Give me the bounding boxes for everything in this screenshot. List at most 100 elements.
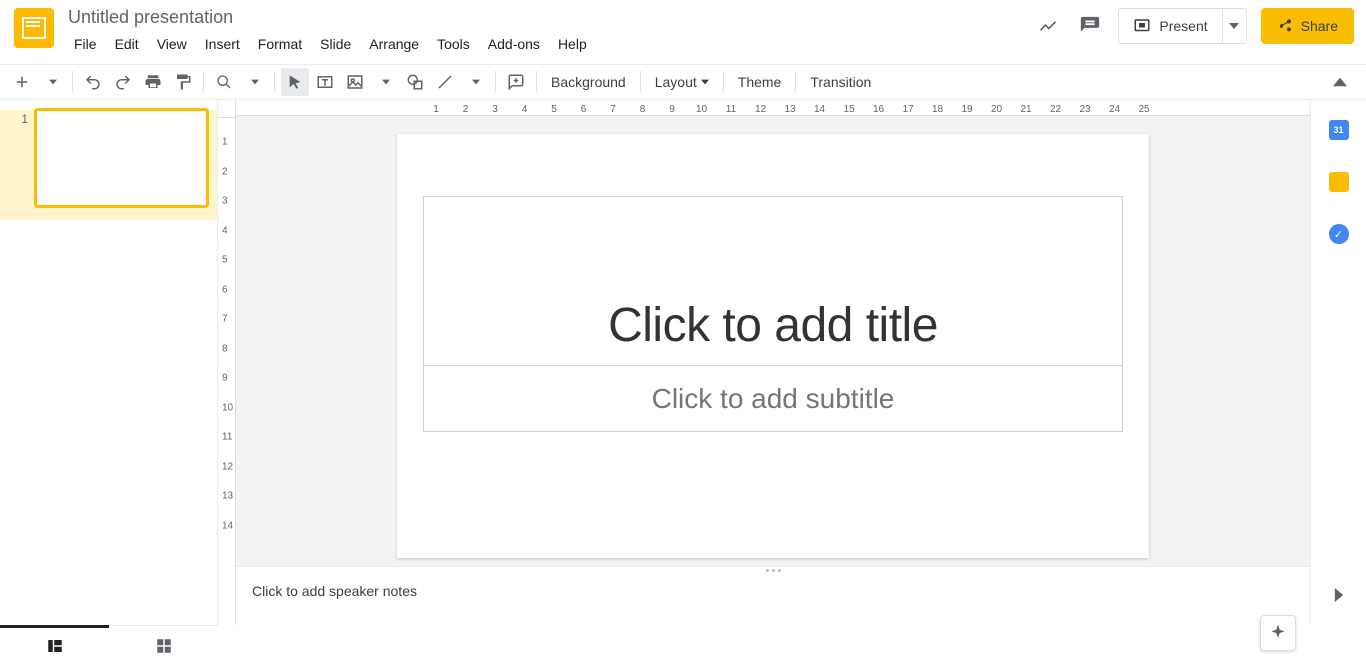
side-panel-toggle[interactable] [1334, 583, 1344, 607]
subtitle-placeholder-box[interactable]: Click to add subtitle [423, 366, 1123, 432]
ruler-tick: 18 [932, 104, 943, 115]
ruler-tick: 6 [222, 284, 228, 295]
present-label: Present [1159, 18, 1207, 34]
layout-label: Layout [655, 74, 697, 90]
filmstrip-view-button[interactable] [0, 625, 109, 664]
grid-view-button[interactable] [109, 626, 218, 665]
subtitle-placeholder-text: Click to add subtitle [424, 366, 1122, 431]
ruler-tick: 6 [581, 104, 587, 115]
menu-edit[interactable]: Edit [107, 32, 147, 56]
present-button[interactable]: Present [1118, 8, 1222, 44]
document-title[interactable]: Untitled presentation [66, 6, 1034, 28]
new-slide-button[interactable] [8, 68, 36, 96]
new-slide-caret[interactable] [38, 68, 66, 96]
app-header: Untitled presentation FileEditViewInsert… [0, 0, 1366, 64]
ruler-tick: 12 [222, 461, 233, 472]
ruler-tick: 11 [726, 104, 736, 115]
transition-button[interactable]: Transition [802, 68, 879, 96]
ruler-tick: 14 [222, 520, 233, 531]
view-switcher [0, 625, 218, 665]
slide-number: 1 [18, 110, 28, 206]
share-button[interactable]: Share [1261, 8, 1354, 44]
speaker-notes-placeholder: Click to add speaker notes [252, 583, 1294, 599]
menu-view[interactable]: View [149, 32, 195, 56]
shape-tool[interactable] [401, 68, 429, 96]
activity-icon[interactable] [1034, 12, 1062, 40]
separator [72, 71, 73, 93]
tasks-icon[interactable] [1329, 224, 1349, 244]
ruler-tick: 8 [222, 343, 228, 354]
zoom-button[interactable] [210, 68, 238, 96]
menu-tools[interactable]: Tools [429, 32, 478, 56]
calendar-icon[interactable] [1329, 120, 1349, 140]
separator [795, 71, 796, 93]
title-placeholder-text: Click to add title [424, 197, 1122, 365]
menu-format[interactable]: Format [250, 32, 310, 56]
speaker-notes[interactable]: Click to add speaker notes [236, 573, 1310, 625]
layout-button[interactable]: Layout [647, 68, 717, 96]
add-comment-button[interactable] [502, 68, 530, 96]
ruler-tick: 4 [522, 104, 528, 115]
comments-icon[interactable] [1076, 12, 1104, 40]
menubar: FileEditViewInsertFormatSlideArrangeTool… [66, 32, 1034, 56]
slides-app-icon[interactable] [14, 8, 54, 48]
menu-addons[interactable]: Add-ons [480, 32, 548, 56]
line-tool[interactable] [431, 68, 459, 96]
ruler-tick: 8 [640, 104, 646, 115]
menu-file[interactable]: File [66, 32, 105, 56]
notes-splitter[interactable] [236, 566, 1310, 573]
title-placeholder-box[interactable]: Click to add title [423, 196, 1123, 366]
ruler-tick: 13 [222, 491, 233, 502]
ruler-tick: 23 [1079, 104, 1090, 115]
ruler-tick: 3 [222, 196, 228, 207]
ruler-tick: 5 [222, 255, 228, 266]
ruler-tick: 17 [902, 104, 913, 115]
menu-arrange[interactable]: Arrange [361, 32, 427, 56]
slide-thumbnail-1[interactable]: 1 [0, 110, 217, 220]
ruler-tick: 12 [755, 104, 766, 115]
slide-canvas[interactable]: Click to add title Click to add subtitle [397, 134, 1149, 558]
horizontal-ruler[interactable]: 1234567891011121314151617181920212223242… [236, 100, 1310, 116]
undo-button[interactable] [79, 68, 107, 96]
present-button-group: Present [1118, 8, 1246, 44]
image-tool[interactable] [341, 68, 369, 96]
menu-slide[interactable]: Slide [312, 32, 359, 56]
ruler-tick: 2 [463, 104, 469, 115]
paint-format-button[interactable] [169, 68, 197, 96]
ruler-tick: 10 [222, 402, 233, 413]
separator [723, 71, 724, 93]
vertical-ruler[interactable]: 1234567891011121314 [218, 118, 236, 625]
ruler-tick: 2 [222, 166, 228, 177]
redo-button[interactable] [109, 68, 137, 96]
theme-button[interactable]: Theme [730, 68, 790, 96]
present-dropdown-caret[interactable] [1223, 8, 1247, 44]
title-block: Untitled presentation FileEditViewInsert… [66, 6, 1034, 56]
ruler-corner [218, 100, 236, 118]
line-caret[interactable] [461, 68, 489, 96]
menu-insert[interactable]: Insert [197, 32, 248, 56]
ruler-tick: 1 [222, 137, 228, 148]
ruler-tick: 14 [814, 104, 825, 115]
ruler-tick: 20 [991, 104, 1002, 115]
separator [640, 71, 641, 93]
image-caret[interactable] [371, 68, 399, 96]
ruler-tick: 10 [696, 104, 707, 115]
menu-help[interactable]: Help [550, 32, 595, 56]
zoom-caret[interactable] [240, 68, 268, 96]
canvas-area[interactable]: Click to add title Click to add subtitle [236, 116, 1310, 566]
separator [203, 71, 204, 93]
ruler-tick: 11 [222, 432, 232, 443]
ruler-tick: 13 [784, 104, 795, 115]
hide-menus-button[interactable] [1326, 68, 1354, 96]
background-button[interactable]: Background [543, 68, 634, 96]
separator [274, 71, 275, 93]
keep-icon[interactable] [1329, 172, 1349, 192]
select-tool[interactable] [281, 68, 309, 96]
share-label: Share [1301, 18, 1338, 34]
explore-button[interactable] [1260, 615, 1296, 651]
slide-filmstrip: 1 [0, 100, 218, 625]
print-button[interactable] [139, 68, 167, 96]
textbox-tool[interactable] [311, 68, 339, 96]
ruler-tick: 15 [843, 104, 854, 115]
ruler-tick: 7 [222, 314, 228, 325]
